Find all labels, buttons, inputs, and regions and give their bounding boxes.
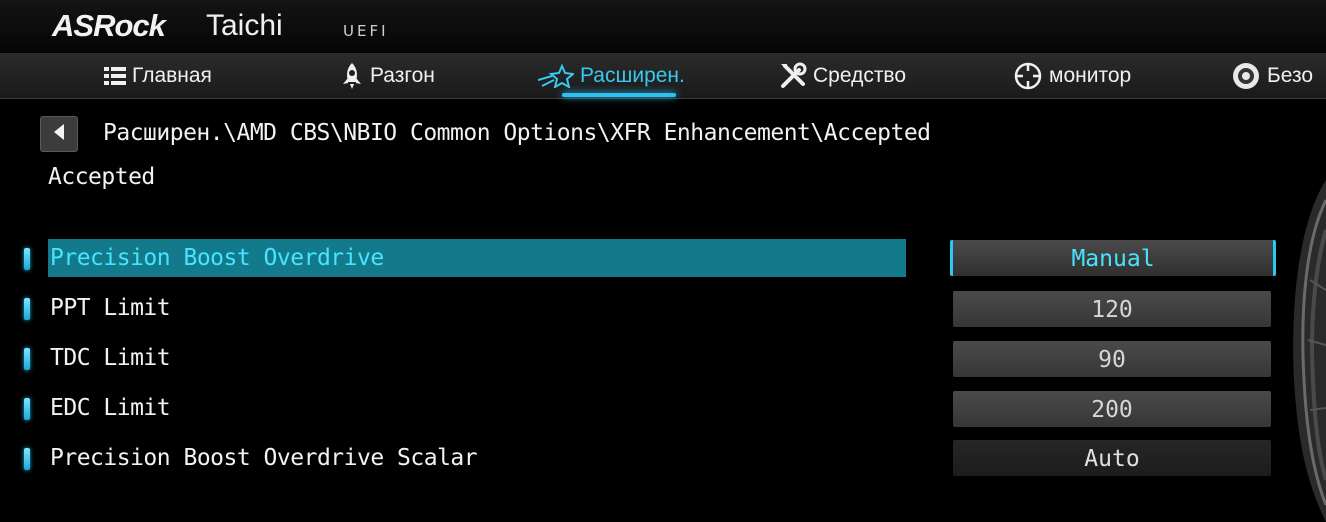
- row-marker: [24, 348, 30, 370]
- tab-tools-label: Средство: [813, 63, 907, 87]
- back-arrow-icon: [52, 123, 66, 146]
- decorative-graphic: [1293, 180, 1326, 522]
- setting-label-tdc[interactable]: TDC Limit: [48, 339, 171, 377]
- crosshair-icon: [1013, 61, 1043, 91]
- row-marker: [24, 298, 30, 320]
- model-name: Taichi: [206, 9, 283, 42]
- setting-label-pbo[interactable]: Precision Boost Overdrive: [48, 239, 906, 277]
- back-button[interactable]: [40, 116, 78, 152]
- title-bar: ASRock Taichi UEFI: [0, 0, 1326, 52]
- tab-main[interactable]: Главная: [104, 53, 212, 98]
- tab-security-label: Безо: [1267, 63, 1314, 87]
- breadcrumb-path: Расширен.\AMD CBS\NBIO Common Options\XF…: [103, 120, 931, 146]
- shield-icon: [1231, 61, 1261, 91]
- tab-security[interactable]: Безо: [1231, 53, 1313, 98]
- page-title: Accepted: [48, 164, 155, 190]
- tab-main-label: Главная: [132, 63, 212, 87]
- setting-label-edc[interactable]: EDC Limit: [48, 389, 171, 427]
- setting-label-ppt[interactable]: PPT Limit: [48, 289, 171, 327]
- tab-monitor[interactable]: монитор: [1013, 53, 1131, 98]
- star-icon: [538, 63, 574, 88]
- tab-tools[interactable]: Средство: [779, 53, 906, 98]
- tab-oc[interactable]: Разгон: [340, 53, 435, 98]
- setting-value-tdc[interactable]: 90: [953, 341, 1271, 377]
- setting-value-ppt[interactable]: 120: [953, 291, 1271, 327]
- row-marker: [24, 398, 30, 420]
- rocket-icon: [340, 62, 364, 90]
- list-icon: [104, 66, 126, 86]
- setting-value-pbo[interactable]: Manual: [950, 240, 1276, 276]
- setting-value-pbo-scalar[interactable]: Auto: [953, 440, 1271, 476]
- tab-advanced-label: Расширен.: [580, 63, 685, 87]
- tab-advanced[interactable]: Расширен.: [538, 53, 685, 98]
- brand-logo: ASRock: [52, 8, 166, 43]
- setting-label-pbo-scalar[interactable]: Precision Boost Overdrive Scalar: [48, 439, 478, 477]
- setting-value-edc[interactable]: 200: [953, 391, 1271, 427]
- tab-monitor-label: монитор: [1049, 63, 1132, 87]
- active-tab-indicator: [562, 93, 676, 97]
- tools-icon: [779, 62, 807, 90]
- uefi-label: UEFI: [343, 22, 389, 40]
- row-marker: [24, 448, 30, 470]
- tab-oc-label: Разгон: [370, 63, 435, 87]
- row-marker: [24, 248, 30, 270]
